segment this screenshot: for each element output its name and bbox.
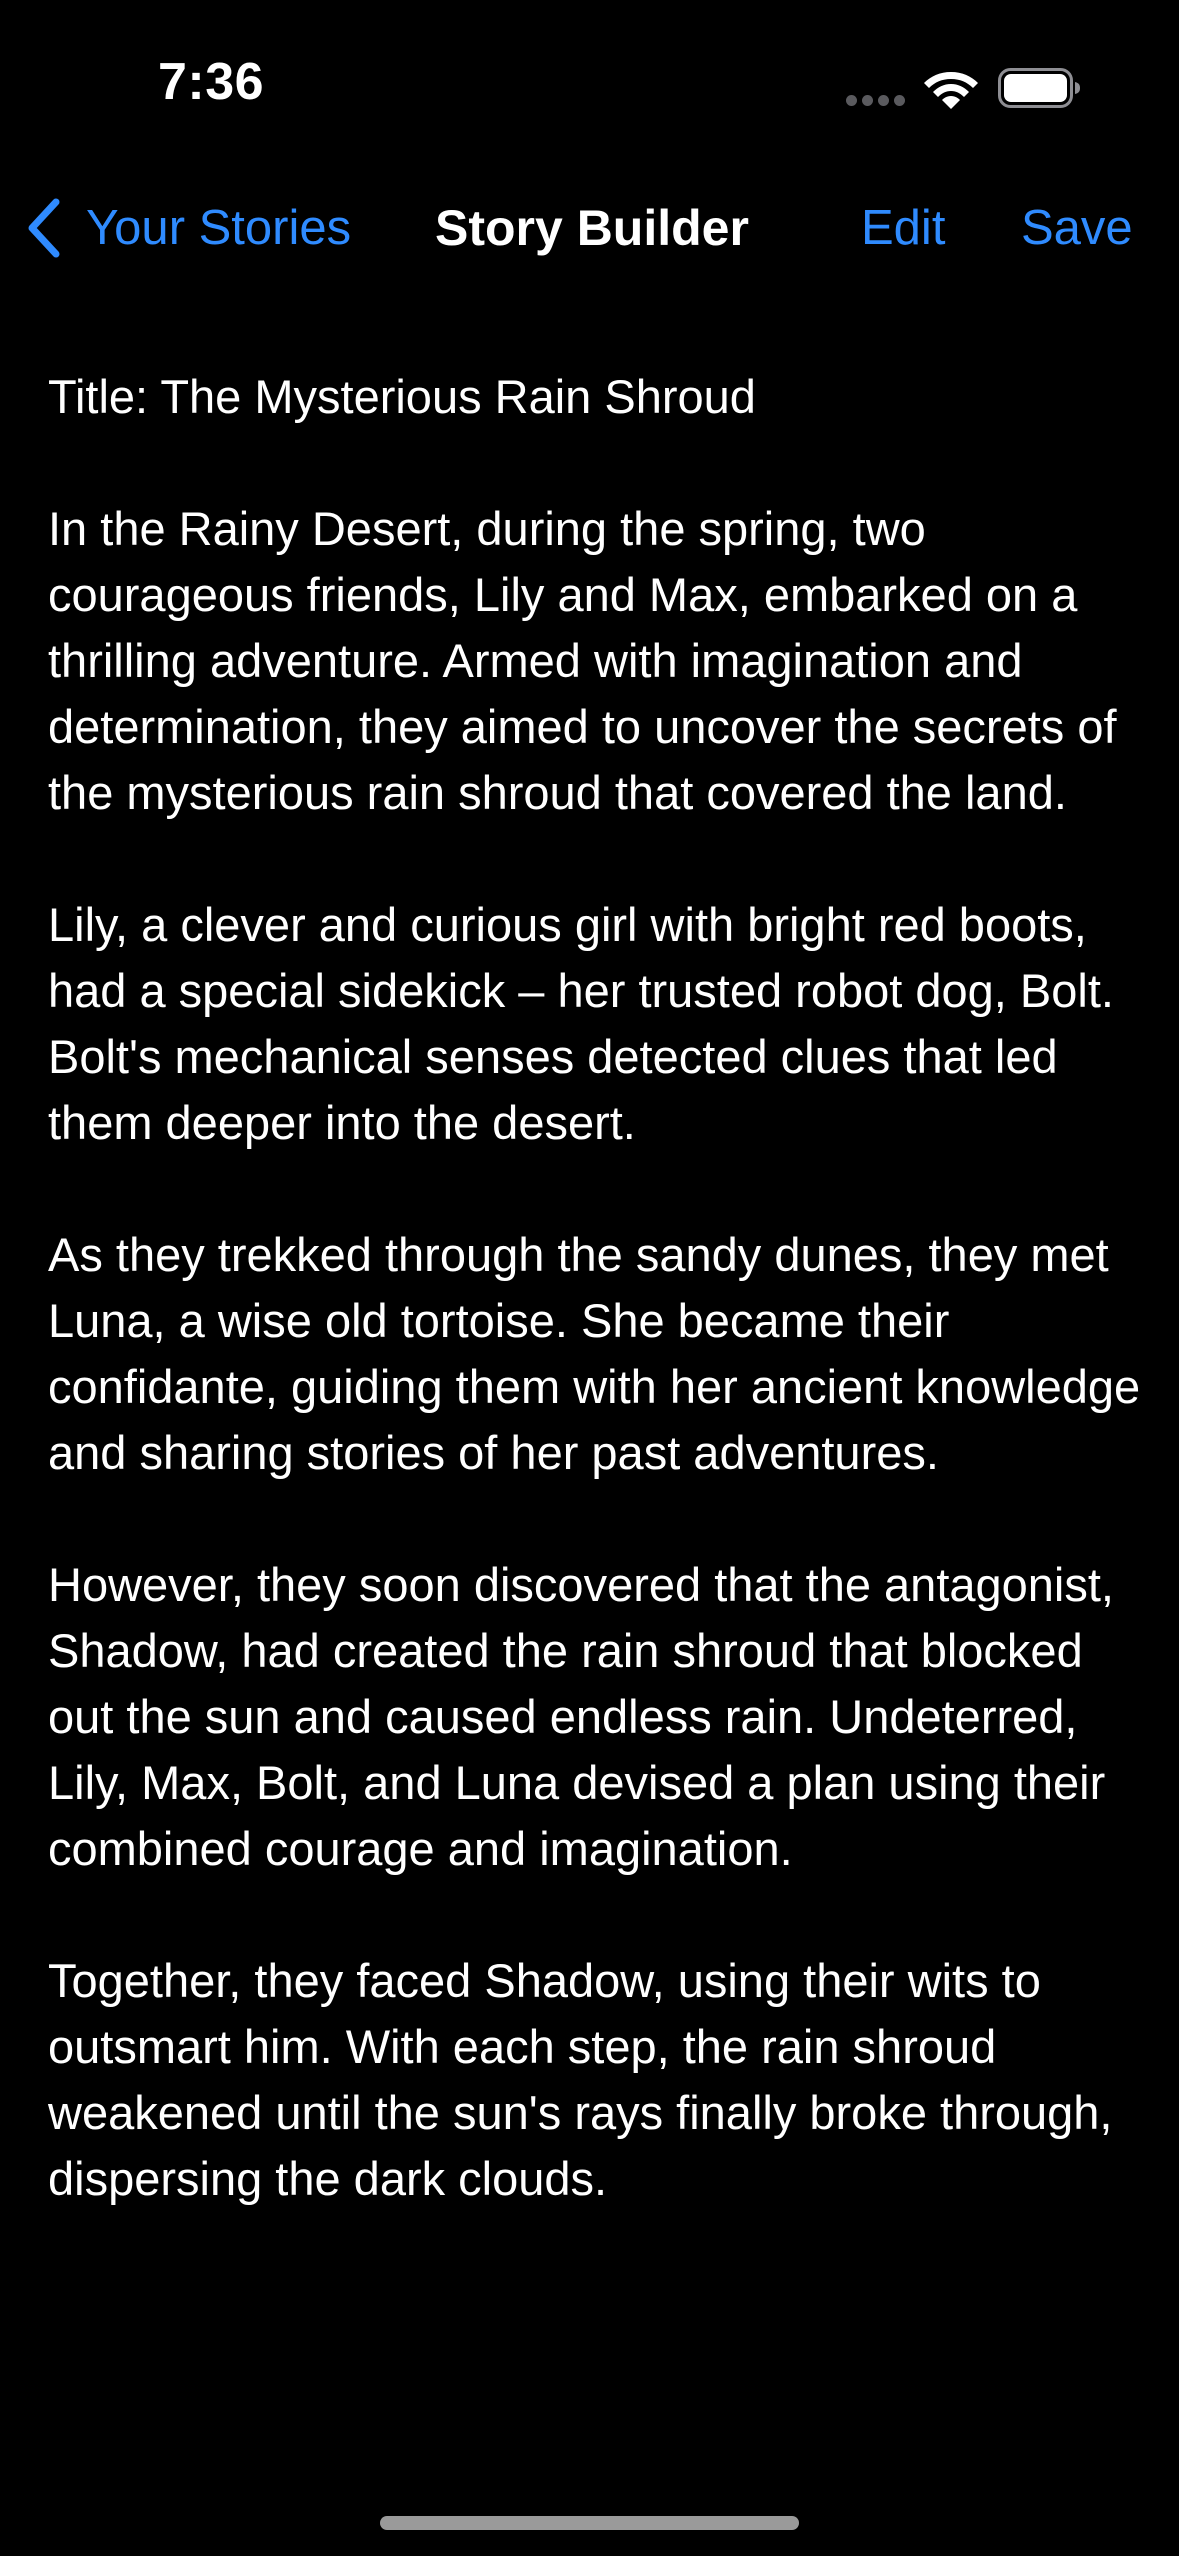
save-button[interactable]: Save — [1021, 196, 1133, 260]
story-title: Title: The Mysterious Rain Shroud — [48, 370, 756, 423]
wifi-icon — [924, 72, 978, 109]
story-paragraph: Lily, a clever and curious girl with bri… — [48, 898, 1114, 1149]
back-button-label: Your Stories — [86, 201, 352, 255]
story-paragraph: In the Rainy Desert, during the spring, … — [48, 502, 1117, 819]
cellular-signal-icon — [846, 95, 906, 107]
status-bar: 7:36 — [0, 0, 1179, 160]
battery-icon — [998, 68, 1080, 108]
status-time: 7:36 — [158, 53, 265, 111]
story-paragraph: Together, they faced Shadow, using their… — [48, 1954, 1113, 2205]
back-button[interactable]: Your Stories — [24, 196, 351, 260]
chevron-left-icon — [28, 198, 60, 258]
navigation-bar: Your Stories Story Builder Edit Save — [0, 180, 1179, 276]
page-title: Story Builder — [435, 200, 749, 256]
story-paragraph: As they trekked through the sandy dunes,… — [48, 1228, 1141, 1479]
story-paragraph: However, they soon discovered that the a… — [48, 1558, 1114, 1875]
home-indicator[interactable] — [380, 2516, 799, 2530]
story-text: Title: The Mysterious Rain Shroud In the… — [0, 330, 1153, 2212]
edit-button[interactable]: Edit — [861, 196, 945, 260]
story-text-view[interactable]: Title: The Mysterious Rain Shroud In the… — [0, 330, 1179, 2434]
